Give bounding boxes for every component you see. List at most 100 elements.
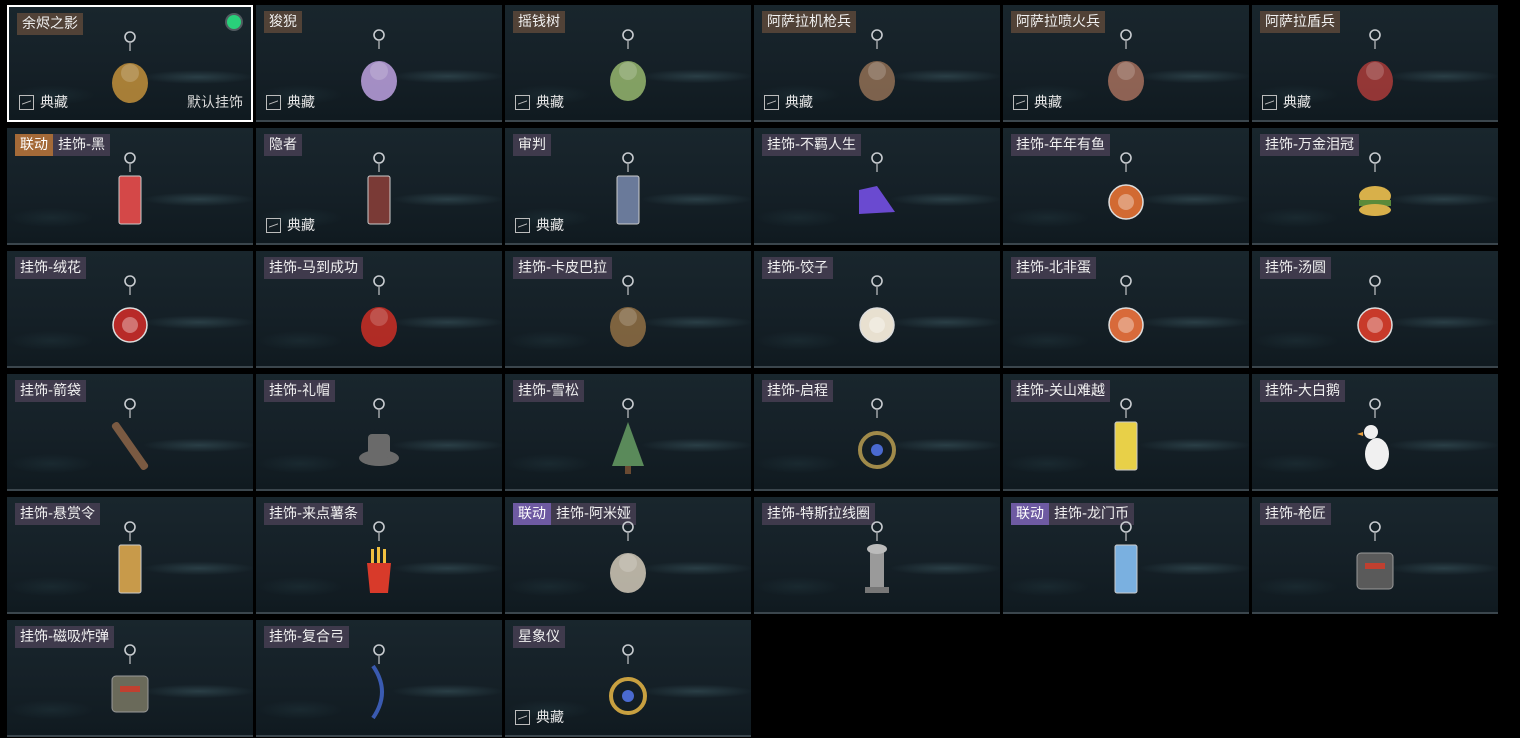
charm-title-ribbon: 挂饰-悬赏令 — [15, 503, 101, 525]
charm-card[interactable]: 联动 挂饰-阿米娅 — [505, 497, 751, 614]
charm-name: 挂饰-复合弓 — [264, 626, 350, 648]
charm-card[interactable]: 隐者 典藏 — [256, 128, 502, 245]
collection-badge: 典藏 — [266, 92, 315, 112]
collection-label: 典藏 — [287, 95, 315, 111]
charm-title-ribbon: 挂饰-箭袋 — [15, 380, 87, 402]
charm-card[interactable]: 审判 典藏 — [505, 128, 751, 245]
goose-icon — [1335, 396, 1415, 489]
collab-tag: 联动 — [513, 503, 551, 525]
collection-badge: 典藏 — [19, 92, 68, 112]
charm-card[interactable]: 挂饰-枪匠 — [1252, 497, 1498, 614]
charm-name: 挂饰-北非蛋 — [1011, 257, 1097, 279]
charm-name: 挂饰-绒花 — [15, 257, 87, 279]
charm-card[interactable]: 挂饰-北非蛋 — [1003, 251, 1249, 368]
collection-icon — [266, 217, 281, 233]
charm-card[interactable]: 摇钱树 典藏 — [505, 5, 751, 122]
collection-label: 典藏 — [536, 710, 564, 726]
charm-name: 挂饰-饺子 — [762, 257, 834, 279]
charm-name: 余烬之影 — [17, 13, 83, 35]
charm-card[interactable]: 挂饰-礼帽 — [256, 374, 502, 491]
tesla-coil-icon — [837, 519, 917, 612]
charm-title-ribbon: 隐者 — [264, 134, 302, 156]
charm-title-ribbon: 审判 — [513, 134, 551, 156]
collection-badge: 典藏 — [1262, 92, 1311, 112]
collection-badge: 典藏 — [515, 92, 564, 112]
collection-label: 典藏 — [536, 95, 564, 111]
gunner-figure-icon — [837, 27, 917, 120]
collection-icon — [515, 217, 530, 233]
charm-card[interactable]: 挂饰-启程 — [754, 374, 1000, 491]
charm-card[interactable]: 挂饰-马到成功 — [256, 251, 502, 368]
capybara-icon — [588, 273, 668, 366]
charm-grid: 余烬之影 典藏 默认挂饰 狻猊 典藏 摇钱树 典藏 阿萨拉机枪兵 典藏 阿萨拉喷… — [0, 0, 1520, 738]
astrolabe-icon — [588, 642, 668, 735]
charm-card[interactable]: 联动 挂饰-龙门币 — [1003, 497, 1249, 614]
charm-card[interactable]: 挂饰-汤圆 — [1252, 251, 1498, 368]
charm-card[interactable]: 挂饰-磁吸炸弹 — [7, 620, 253, 737]
dumpling-plate-icon — [837, 273, 917, 366]
quiver-icon — [90, 396, 170, 489]
charm-name: 狻猊 — [264, 11, 302, 33]
pine-tree-icon — [588, 396, 668, 489]
charm-name: 挂饰-礼帽 — [264, 380, 336, 402]
charm-title-ribbon: 挂饰-大白鹅 — [1260, 380, 1346, 402]
charm-card[interactable]: 挂饰-饺子 — [754, 251, 1000, 368]
flamethrower-figure-icon — [1086, 27, 1166, 120]
collab-tag: 联动 — [1011, 503, 1049, 525]
charm-title-ribbon: 星象仪 — [513, 626, 565, 648]
collection-badge: 典藏 — [1013, 92, 1062, 112]
collection-label: 典藏 — [1283, 95, 1311, 111]
fish-plate-icon — [1086, 150, 1166, 243]
burger-icon — [1335, 150, 1415, 243]
collection-icon — [764, 94, 779, 110]
charm-card[interactable]: 挂饰-大白鹅 — [1252, 374, 1498, 491]
charm-card[interactable]: 挂饰-来点薯条 — [256, 497, 502, 614]
collection-label: 典藏 — [40, 95, 68, 111]
charm-name: 挂饰-雪松 — [513, 380, 585, 402]
charm-title-ribbon: 阿萨拉盾兵 — [1260, 11, 1340, 33]
charm-card[interactable]: 挂饰-复合弓 — [256, 620, 502, 737]
charm-card[interactable]: 余烬之影 典藏 默认挂饰 — [7, 5, 253, 122]
charm-card[interactable]: 阿萨拉盾兵 典藏 — [1252, 5, 1498, 122]
charm-card[interactable]: 挂饰-卡皮巴拉 — [505, 251, 751, 368]
money-tree-icon — [588, 27, 668, 120]
charm-title-ribbon: 挂饰-礼帽 — [264, 380, 336, 402]
collection-icon — [515, 94, 530, 110]
coin-card-icon — [1086, 519, 1166, 612]
charm-card[interactable]: 挂饰-雪松 — [505, 374, 751, 491]
charm-title-ribbon: 挂饰-北非蛋 — [1011, 257, 1097, 279]
tarot-card-icon — [339, 150, 419, 243]
charm-name: 星象仪 — [513, 626, 565, 648]
equipped-indicator-icon — [227, 15, 241, 29]
collection-label: 典藏 — [785, 95, 813, 111]
charm-card[interactable]: 星象仪 典藏 — [505, 620, 751, 737]
collection-badge: 典藏 — [515, 707, 564, 727]
charm-name: 隐者 — [264, 134, 302, 156]
ember-shadow-icon — [90, 29, 170, 120]
charm-card[interactable]: 挂饰-特斯拉线圈 — [754, 497, 1000, 614]
charm-card[interactable]: 阿萨拉喷火兵 典藏 — [1003, 5, 1249, 122]
charm-card[interactable]: 挂饰-不羁人生 — [754, 128, 1000, 245]
charm-name: 挂饰-启程 — [762, 380, 834, 402]
charm-card[interactable]: 挂饰-悬赏令 — [7, 497, 253, 614]
charm-card[interactable]: 挂饰-关山难越 — [1003, 374, 1249, 491]
charm-name: 挂饰-箭袋 — [15, 380, 87, 402]
charm-title-ribbon: 摇钱树 — [513, 11, 565, 33]
charm-title-ribbon: 狻猊 — [264, 11, 302, 33]
bow-icon — [339, 642, 419, 735]
charm-title-ribbon: 挂饰-雪松 — [513, 380, 585, 402]
charm-card[interactable]: 阿萨拉机枪兵 典藏 — [754, 5, 1000, 122]
charm-card[interactable]: 挂饰-万金泪冠 — [1252, 128, 1498, 245]
charm-card[interactable]: 狻猊 典藏 — [256, 5, 502, 122]
collection-icon — [266, 94, 281, 110]
collection-label: 典藏 — [287, 218, 315, 234]
charm-card[interactable]: 挂饰-箭袋 — [7, 374, 253, 491]
charm-name: 挂饰-大白鹅 — [1260, 380, 1346, 402]
charm-card[interactable]: 挂饰-年年有鱼 — [1003, 128, 1249, 245]
card-charm-icon — [90, 150, 170, 243]
default-charm-label: 默认挂饰 — [187, 95, 243, 111]
charm-title-ribbon: 挂饰-启程 — [762, 380, 834, 402]
charm-card[interactable]: 联动 挂饰-黑 — [7, 128, 253, 245]
shield-figure-icon — [1335, 27, 1415, 120]
charm-card[interactable]: 挂饰-绒花 — [7, 251, 253, 368]
